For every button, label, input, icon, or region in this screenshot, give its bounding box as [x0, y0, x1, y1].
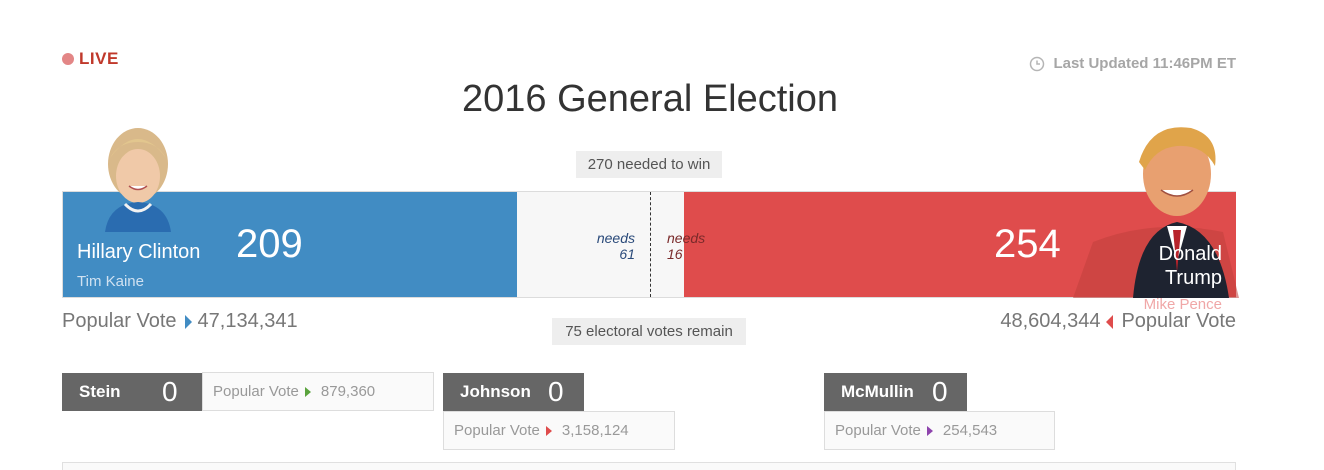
dem-popular-count: 47,134,341: [197, 310, 298, 332]
dem-needs: needs 61: [593, 230, 635, 262]
rep-needs-label: needs: [667, 230, 706, 246]
third-party-popular-vote: Popular Vote 254,543: [824, 411, 1055, 450]
next-section-panel: [62, 462, 1236, 470]
popular-vote-count: 254,543: [942, 422, 998, 439]
popular-vote-count: 3,158,124: [561, 422, 629, 439]
third-party-box: Stein 0: [62, 373, 202, 411]
votes-remaining-label: 75 electoral votes remain: [552, 318, 746, 345]
clinton-photo: [95, 120, 181, 232]
live-dot-icon: [62, 53, 74, 65]
rep-needs: needs 16: [667, 230, 727, 262]
clock-icon: [1030, 56, 1045, 71]
dem-needs-value: 61: [619, 246, 635, 262]
third-party-electoral-votes: 0: [932, 376, 948, 407]
page-title: 2016 General Election: [461, 78, 839, 120]
live-label: LIVE: [79, 49, 119, 68]
rep-popular-count: 48,604,344: [1000, 310, 1101, 332]
rep-popular-vote: 48,604,344 Popular Vote: [1000, 310, 1236, 333]
popular-vote-count: 879,360: [320, 383, 376, 400]
third-party-name: Johnson: [460, 382, 531, 401]
third-party-name: McMullin: [841, 382, 914, 401]
dem-electoral-votes: 209: [236, 222, 303, 266]
rep-electoral-votes: 254: [994, 222, 1061, 266]
last-updated-text: Last Updated 11:46PM ET: [1053, 55, 1236, 72]
third-party-electoral-votes: 0: [162, 376, 178, 407]
dem-candidate-name: Hillary Clinton: [77, 241, 201, 263]
popular-vote-label: Popular Vote: [454, 422, 540, 439]
last-updated: Last Updated 11:46PM ET: [1029, 55, 1236, 72]
needed-to-win-label: 270 needed to win: [576, 151, 722, 178]
popular-vote-label: Popular Vote: [213, 383, 299, 400]
dem-running-mate: Tim Kaine: [77, 273, 144, 290]
win-threshold-line: [650, 192, 651, 297]
live-badge: LIVE: [62, 49, 119, 69]
triangle-right-icon: [545, 425, 552, 436]
dem-popular-vote: Popular Vote 47,134,341: [62, 310, 298, 333]
triangle-right-icon: [304, 386, 311, 397]
triangle-right-icon: [184, 314, 192, 329]
rep-popular-label: Popular Vote: [1121, 310, 1236, 332]
popular-vote-label: Popular Vote: [835, 422, 921, 439]
third-party-name: Stein: [79, 382, 121, 401]
third-party-electoral-votes: 0: [548, 376, 564, 407]
third-party-popular-vote: Popular Vote 3,158,124: [443, 411, 675, 450]
rep-needs-value: 16: [667, 246, 683, 262]
dem-popular-label: Popular Vote: [62, 310, 177, 332]
triangle-left-icon: [1106, 314, 1114, 329]
third-party-box: Johnson 0: [443, 373, 584, 411]
triangle-right-icon: [926, 425, 933, 436]
dem-needs-label: needs: [596, 230, 635, 246]
rep-candidate-name: Donald Trump: [1158, 243, 1222, 289]
third-party-popular-vote: Popular Vote 879,360: [202, 372, 434, 411]
third-party-box: McMullin 0: [824, 373, 967, 411]
